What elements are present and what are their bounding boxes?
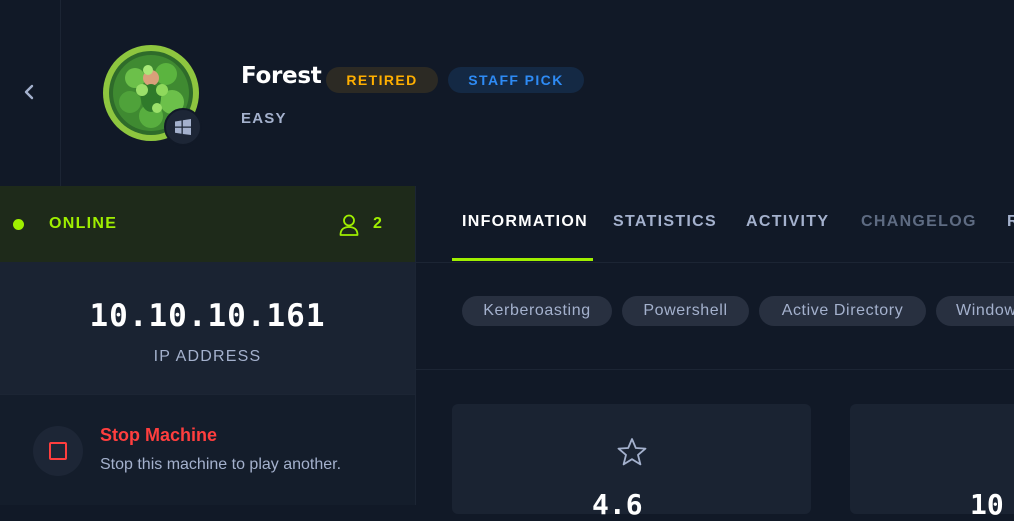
- tab-activity[interactable]: ACTIVITY: [746, 213, 829, 231]
- tab-changelog[interactable]: CHANGELOG: [861, 213, 977, 231]
- retired-badge: RETIRED: [326, 67, 438, 93]
- tag-powershell[interactable]: Powershell: [622, 296, 749, 326]
- tab-information[interactable]: INFORMATION: [462, 213, 588, 231]
- ip-address-panel: 10.10.10.161 IP ADDRESS: [0, 262, 415, 395]
- rating-card: 4.6: [452, 404, 811, 521]
- os-badge: [164, 108, 202, 146]
- tag-windows[interactable]: Window: [936, 296, 1014, 326]
- machine-sidebar: ONLINE 2 10.10.10.161 IP ADDRESS Stop Ma…: [0, 186, 416, 505]
- stat-card: 10: [850, 404, 1014, 521]
- stop-machine-row: Stop Machine Stop this machine to play a…: [0, 395, 415, 505]
- difficulty-label: EASY: [241, 110, 287, 127]
- machine-header: Forest RETIRED STAFF PICK EASY: [0, 0, 1014, 186]
- windows-icon: [175, 119, 191, 135]
- chevron-left-icon: [24, 84, 34, 100]
- back-column: [0, 0, 61, 186]
- tag-list: Kerberoasting Powershell Active Director…: [416, 262, 1014, 370]
- active-tab-indicator: [452, 258, 593, 261]
- tab-statistics[interactable]: STATISTICS: [613, 213, 717, 231]
- tab-overflow[interactable]: R: [1007, 213, 1014, 231]
- ip-address-label: IP ADDRESS: [153, 348, 262, 365]
- stop-machine-button[interactable]: [33, 426, 83, 476]
- stop-machine-description: Stop this machine to play another.: [100, 456, 342, 473]
- online-status-dot: [13, 219, 24, 230]
- star-icon: [617, 438, 647, 466]
- stop-icon: [49, 442, 67, 460]
- stop-machine-title[interactable]: Stop Machine: [100, 425, 217, 446]
- user-icon: [339, 214, 359, 236]
- status-label: ONLINE: [49, 215, 118, 232]
- back-button[interactable]: [19, 82, 39, 102]
- user-count: 2: [373, 215, 382, 232]
- status-bar: ONLINE 2: [0, 186, 415, 262]
- staff-pick-badge: STAFF PICK: [448, 67, 584, 93]
- tag-kerberoasting[interactable]: Kerberoasting: [462, 296, 612, 326]
- machine-name: Forest: [241, 63, 322, 89]
- tab-bar: INFORMATION STATISTICS ACTIVITY CHANGELO…: [416, 186, 1014, 263]
- ip-address-value[interactable]: 10.10.10.161: [0, 298, 415, 334]
- machine-details: INFORMATION STATISTICS ACTIVITY CHANGELO…: [416, 186, 1014, 521]
- tag-active-directory[interactable]: Active Directory: [759, 296, 926, 326]
